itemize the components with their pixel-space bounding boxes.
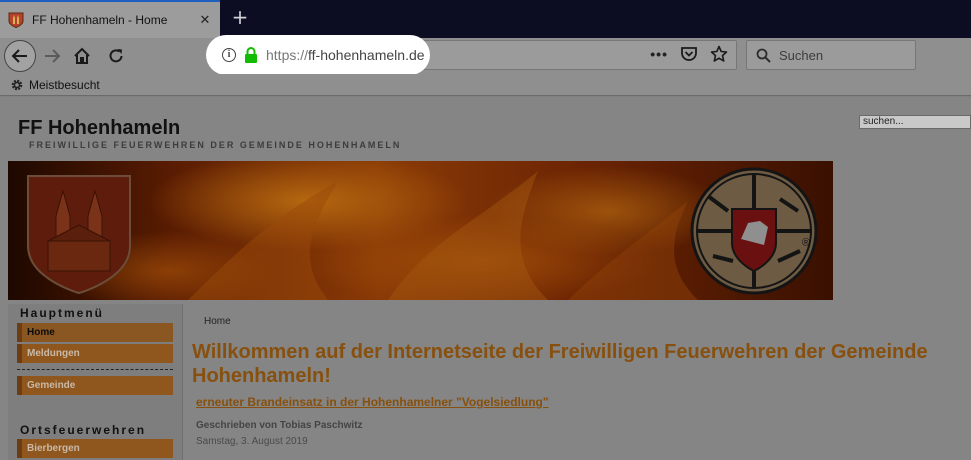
welcome-heading: Willkommen auf der Internetseite der Fre… [192, 341, 928, 387]
menu-item-gemeinde[interactable]: Gemeinde [17, 376, 173, 395]
forward-button[interactable] [38, 42, 66, 70]
url-scheme: https:// [266, 47, 309, 63]
menu-item-home[interactable]: Home [17, 323, 173, 342]
svg-text:®: ® [802, 237, 810, 249]
web-page: FF Hohenhameln FREIWILLIGE FEUERWEHREN D… [0, 97, 971, 460]
home-button[interactable] [68, 42, 96, 70]
forward-arrow-icon [45, 49, 61, 63]
menu-heading-main: Hauptmenü [20, 306, 104, 320]
lock-icon[interactable] [244, 47, 258, 63]
home-icon [74, 47, 90, 64]
menu-item-bierbergen[interactable]: Bierbergen [17, 439, 173, 458]
site-search-input[interactable]: suchen... [859, 115, 971, 129]
bookmarks-toolbar: Meistbesucht [0, 74, 971, 96]
pocket-icon[interactable] [680, 45, 698, 63]
star-icon[interactable] [710, 45, 728, 63]
address-bar[interactable]: i https://ff-hohenhameln.de ••• [206, 35, 737, 75]
menu-heading-local: Ortsfeuerwehren [20, 423, 147, 437]
tab-title: FF Hohenhameln - Home [32, 13, 168, 27]
url-actions: ••• [650, 45, 728, 63]
fire-brigade-emblem-icon: ® [690, 167, 818, 295]
url-text[interactable]: https://ff-hohenhameln.de [266, 47, 425, 63]
gear-icon [11, 79, 23, 91]
search-placeholder: Suchen [779, 48, 824, 63]
article-date: Samstag, 3. August 2019 [196, 436, 308, 447]
plus-icon[interactable]: + [228, 5, 252, 31]
search-bar[interactable]: Suchen [746, 40, 916, 70]
main-content: Home Willkommen auf der Internetseite de… [190, 304, 971, 460]
bookmark-label: Meistbesucht [29, 78, 100, 92]
menu-separator [17, 369, 173, 370]
sidebar-menu: Hauptmenü Home Meldungen Gemeinde Ortsfe… [8, 304, 183, 460]
site-subtitle: FREIWILLIGE FEUERWEHREN DER GEMEINDE HOH… [29, 140, 402, 150]
breadcrumb: Home [204, 316, 231, 327]
coat-of-arms-icon [27, 175, 131, 295]
reload-button[interactable] [102, 42, 130, 70]
header-banner: ® [8, 161, 833, 300]
close-icon[interactable]: ✕ [198, 12, 212, 28]
back-arrow-icon [11, 49, 27, 63]
tab-bar: FF Hohenhameln - Home ✕ + [0, 0, 971, 38]
article-title-link[interactable]: erneuter Brandeinsatz in der Hohenhameln… [196, 395, 549, 409]
info-icon[interactable]: i [222, 48, 236, 62]
article-author: Geschrieben von Tobias Paschwitz [196, 420, 363, 431]
back-button[interactable] [4, 40, 36, 72]
url-host: ff-hohenhameln.de [308, 47, 425, 63]
bookmark-meistbesucht[interactable]: Meistbesucht [10, 78, 100, 92]
browser-tab-active[interactable]: FF Hohenhameln - Home ✕ [0, 0, 220, 38]
search-icon [756, 48, 771, 63]
menu-item-meldungen[interactable]: Meldungen [17, 344, 173, 363]
favicon-icon [8, 12, 24, 28]
site-title[interactable]: FF Hohenhameln [18, 117, 180, 140]
reload-icon [109, 49, 123, 63]
more-dots-icon[interactable]: ••• [650, 46, 668, 62]
